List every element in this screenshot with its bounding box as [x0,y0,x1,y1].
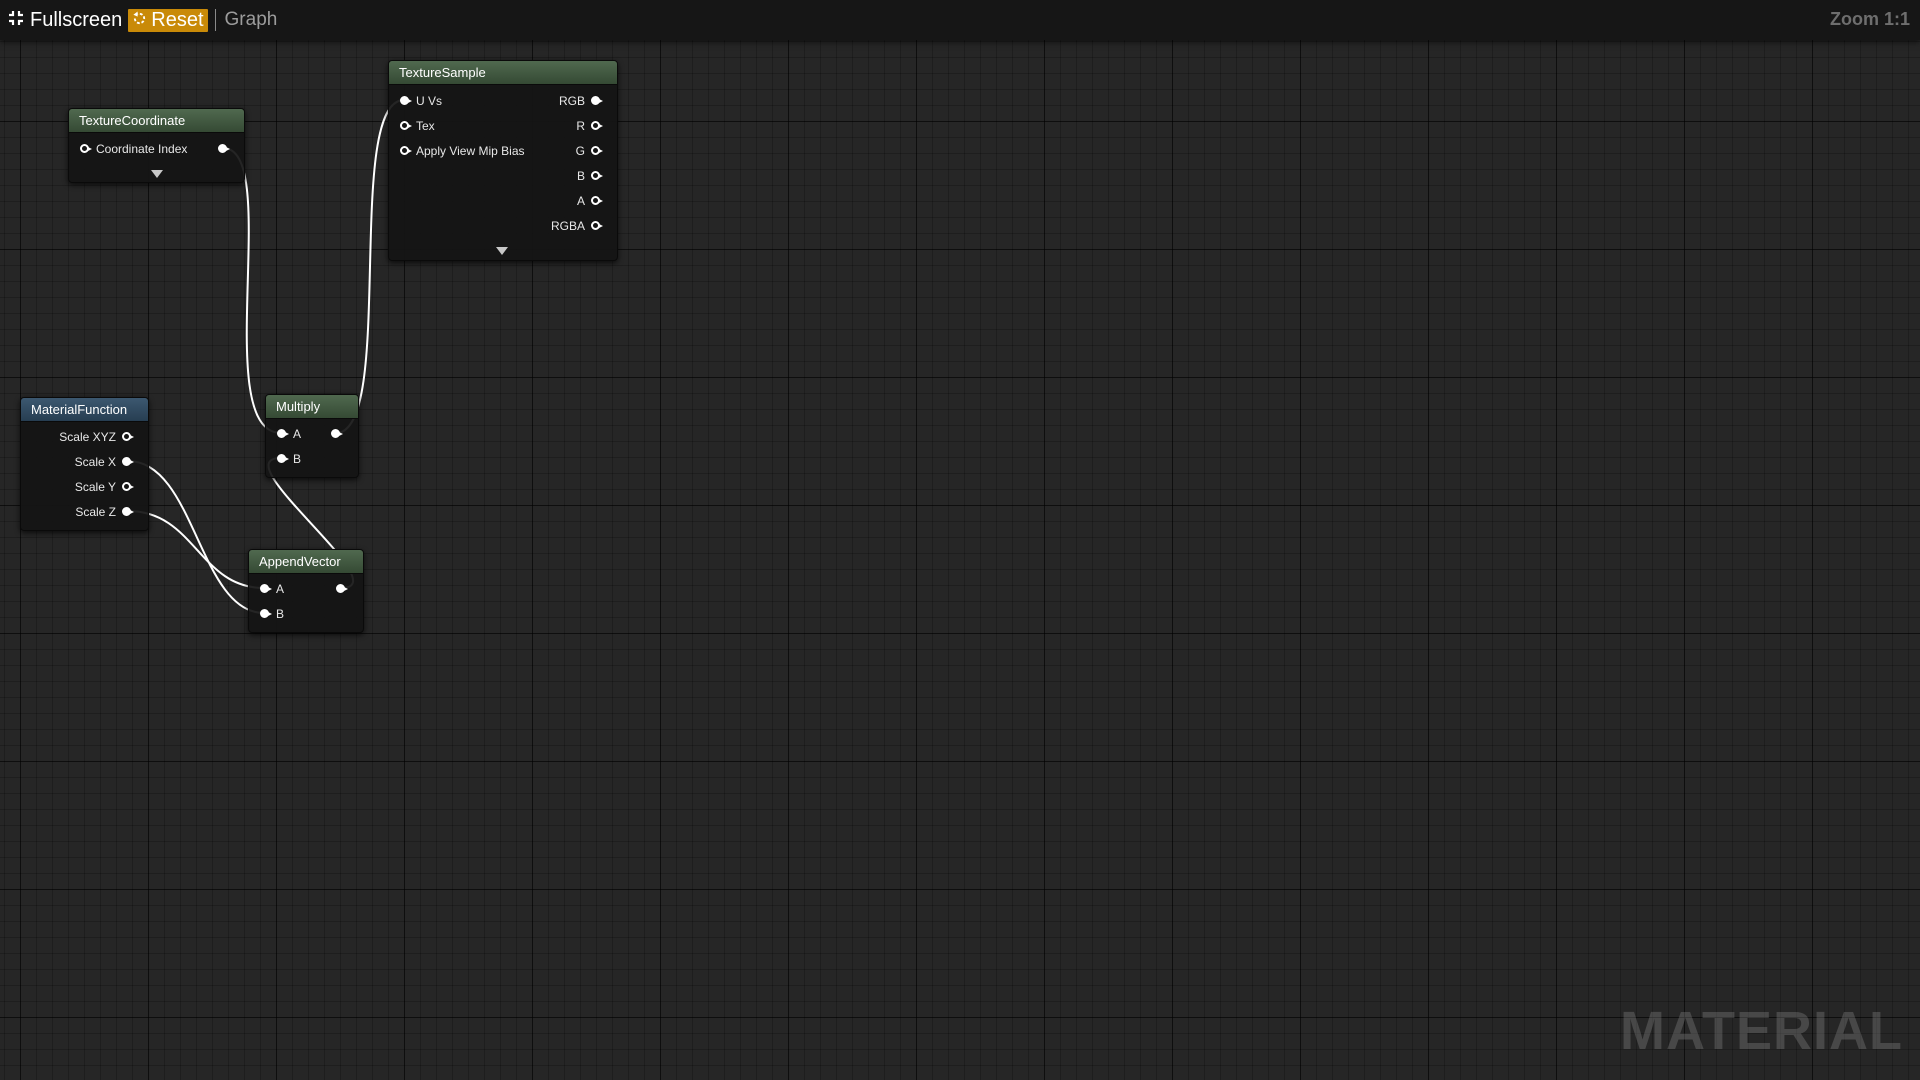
node-texture-coordinate[interactable]: TextureCoordinate Coordinate Index [68,108,245,183]
output-pin-rgb[interactable] [591,96,603,105]
node-title[interactable]: Multiply [266,395,358,419]
reset-button[interactable]: Reset [128,8,208,32]
pin-label: RGB [558,94,585,108]
output-pin-texture-coordinate[interactable] [218,144,230,153]
pin-row-coordinate-index: Coordinate Index [69,140,244,158]
output-pin-scale-x[interactable] [122,457,134,466]
output-pin-scale-z[interactable] [122,507,134,516]
pin-label: Scale Z [75,505,116,519]
toolbar: Fullscreen Reset Graph Zoom 1:1 [0,0,1920,40]
node-multiply[interactable]: Multiply A B [265,394,359,478]
input-pin-b[interactable] [260,609,272,618]
output-pin-rgba[interactable] [591,221,603,230]
pin-row-uvs-rgb: U Vs RGB [389,92,617,110]
pin-label: Scale X [74,455,116,469]
input-pin-apply-view-mip-bias[interactable] [400,146,412,155]
node-material-function[interactable]: MaterialFunction Scale XYZ Scale X Scale… [20,397,149,531]
pin-row-scale-x: Scale X [21,453,148,471]
input-pin-a[interactable] [260,584,272,593]
pin-row-a: A [389,192,617,210]
fullscreen-label: Fullscreen [30,8,123,31]
node-texture-sample[interactable]: TextureSample U Vs RGB Tex R Apply View … [388,60,618,261]
node-title[interactable]: MaterialFunction [21,398,148,422]
pin-label: B [276,607,285,621]
output-pin-multiply[interactable] [331,429,343,438]
input-pin-b[interactable] [277,454,289,463]
output-pin-append-vector[interactable] [336,584,348,593]
node-title[interactable]: TextureSample [389,61,617,85]
node-title[interactable]: TextureCoordinate [69,109,244,133]
graph-label: Graph [224,9,278,30]
fullscreen-button[interactable]: Fullscreen [8,9,122,32]
reset-label: Reset [151,8,204,31]
node-title[interactable]: AppendVector [249,550,363,574]
pin-label: Apply View Mip Bias [416,144,525,158]
output-pin-b[interactable] [591,171,603,180]
output-pin-g[interactable] [591,146,603,155]
connection-wires [127,99,405,614]
output-pin-scale-y[interactable] [122,482,134,491]
pin-row-b: B [266,450,358,468]
pin-row-a: A [249,580,363,598]
pin-label: B [293,452,302,466]
pin-row-b: B [389,167,617,185]
node-append-vector[interactable]: AppendVector A B [248,549,364,633]
pin-label: A [576,194,585,208]
pin-row-b: B [249,605,363,623]
pin-label: A [276,582,285,596]
pin-label: Coordinate Index [96,142,188,156]
expand-arrow-icon[interactable] [496,247,508,255]
pin-label: Scale XYZ [59,430,116,444]
pin-row-scale-xyz: Scale XYZ [21,428,148,446]
reset-icon [132,9,151,32]
pin-row-scale-y: Scale Y [21,478,148,496]
output-pin-r[interactable] [591,121,603,130]
pin-label: RGBA [550,219,585,233]
input-pin-a[interactable] [277,429,289,438]
wire-texcoord-to-multiply-a[interactable] [222,147,282,434]
input-pin-uvs[interactable] [400,96,412,105]
pin-row-tex-r: Tex R [389,117,617,135]
pin-label: B [576,169,585,183]
input-pin-coordinate-index[interactable] [80,144,92,153]
pin-row-a: A [266,425,358,443]
pin-label: U Vs [416,94,443,108]
fullscreen-icon [8,9,30,32]
pin-row-scale-z: Scale Z [21,503,148,521]
pin-label: Tex [416,119,435,133]
pin-label: A [293,427,302,441]
expand-arrow-icon[interactable] [151,170,163,178]
pin-row-rgba: RGBA [389,217,617,235]
output-pin-scale-xyz[interactable] [122,432,134,441]
pin-label: G [575,144,585,158]
zoom-level: Zoom 1:1 [1829,9,1910,29]
input-pin-tex[interactable] [400,121,412,130]
toolbar-divider [214,9,216,31]
pin-row-mipbias-g: Apply View Mip Bias G [389,142,617,160]
pin-label: Scale Y [74,480,116,494]
output-pin-a[interactable] [591,196,603,205]
pin-label: R [576,119,585,133]
